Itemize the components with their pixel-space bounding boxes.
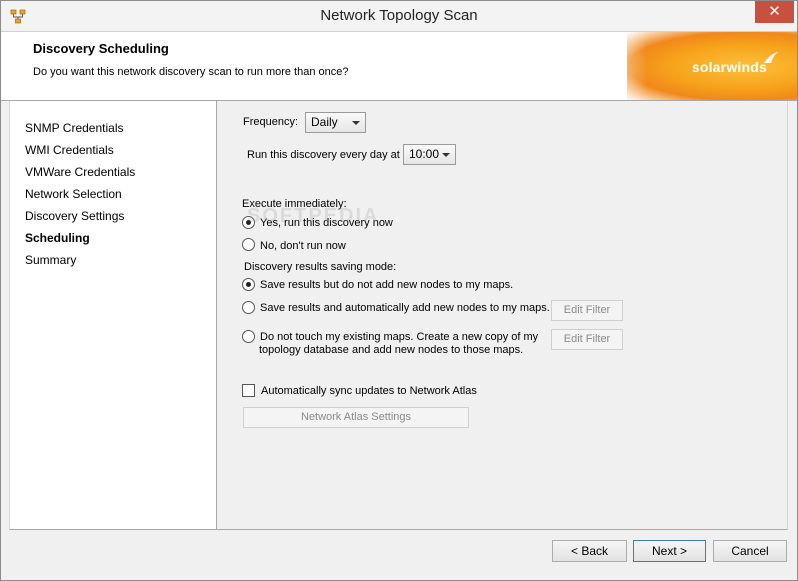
edit-filter-button-1[interactable]: Edit Filter — [551, 300, 623, 321]
radio-copy-database-label-line1[interactable]: Do not touch my existing maps. Create a … — [260, 331, 538, 343]
radio-save-no-add-label[interactable]: Save results but do not add new nodes to… — [260, 279, 513, 291]
radio-save-no-add[interactable] — [242, 278, 255, 291]
radio-copy-database[interactable] — [242, 330, 255, 343]
nav-item-summary[interactable]: Summary — [25, 253, 76, 267]
radio-save-auto-add[interactable] — [242, 301, 255, 314]
nav-item-snmp-credentials[interactable]: SNMP Credentials — [25, 121, 123, 135]
scheduling-panel: Frequency: Daily Run this discovery ever… — [217, 101, 788, 530]
window: Network Topology Scan ✕ Discovery Schedu… — [0, 0, 798, 581]
network-atlas-settings-button[interactable]: Network Atlas Settings — [243, 407, 469, 428]
time-value: 10:00 — [409, 147, 440, 161]
wizard-steps-nav: SNMP Credentials WMI Credentials VMWare … — [9, 101, 217, 530]
page-title: Discovery Scheduling — [33, 41, 169, 56]
page-subtitle: Do you want this network discovery scan … — [33, 66, 349, 78]
time-select[interactable]: 10:00 — [403, 144, 456, 165]
brand-logo-text: solarwinds — [691, 59, 767, 75]
close-button[interactable]: ✕ — [755, 1, 794, 23]
frequency-select[interactable]: Daily — [305, 112, 366, 133]
brand-swoosh-icon — [764, 52, 778, 63]
sync-atlas-label[interactable]: Automatically sync updates to Network At… — [261, 385, 477, 397]
window-title: Network Topology Scan — [320, 7, 478, 24]
nav-item-scheduling[interactable]: Scheduling — [25, 231, 90, 245]
frequency-label: Frequency: — [243, 116, 299, 128]
chevron-down-icon — [442, 153, 450, 157]
back-button[interactable]: < Back — [552, 540, 627, 562]
sync-atlas-checkbox[interactable] — [242, 384, 255, 397]
radio-save-auto-add-label[interactable]: Save results and automatically add new n… — [260, 302, 550, 314]
nav-item-discovery-settings[interactable]: Discovery Settings — [25, 209, 124, 223]
edit-filter-button-2[interactable]: Edit Filter — [551, 329, 623, 350]
nav-item-wmi-credentials[interactable]: WMI Credentials — [25, 143, 114, 157]
watermark: SOFTPEDIA — [247, 205, 380, 227]
frequency-value: Daily — [311, 115, 338, 129]
saving-mode-label: Discovery results saving mode: — [244, 261, 397, 273]
brand-banner: solarwinds — [587, 32, 797, 100]
cancel-button[interactable]: Cancel — [713, 540, 787, 562]
radio-dont-run[interactable] — [242, 238, 255, 251]
close-icon: ✕ — [768, 3, 781, 20]
chevron-down-icon — [352, 121, 360, 125]
radio-dont-run-label[interactable]: No, don't run now — [260, 240, 346, 252]
wizard-header: Discovery Scheduling Do you want this ne… — [1, 32, 797, 101]
nav-item-network-selection[interactable]: Network Selection — [25, 187, 122, 201]
next-button[interactable]: Next > — [633, 540, 706, 562]
nav-item-vmware-credentials[interactable]: VMWare Credentials — [25, 165, 135, 179]
run-time-label: Run this discovery every day at — [247, 149, 400, 161]
radio-copy-database-label-line2[interactable]: topology database and add new nodes to t… — [259, 344, 523, 356]
title-bar: Network Topology Scan ✕ — [1, 1, 797, 32]
